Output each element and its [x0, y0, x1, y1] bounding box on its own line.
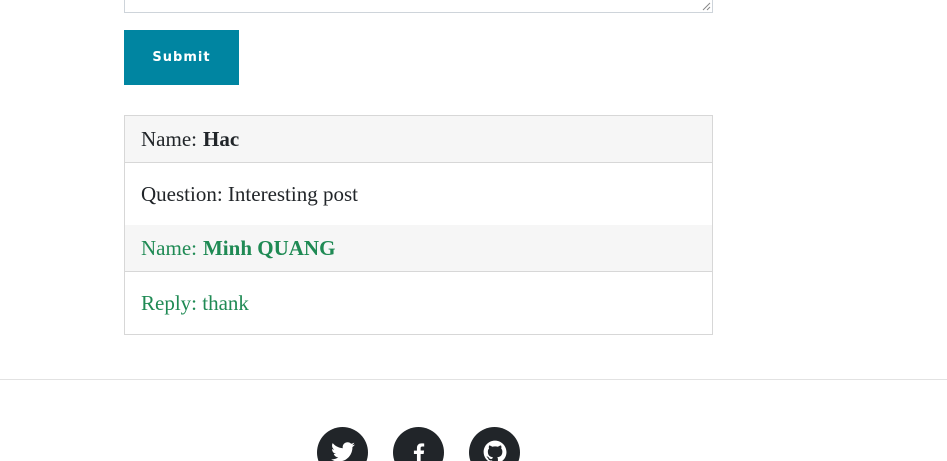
reply-label: Reply:	[141, 290, 197, 315]
submit-button[interactable]: Submit	[124, 30, 239, 85]
replier-name: Minh QUANG	[202, 235, 336, 260]
comment-textarea[interactable]	[124, 0, 713, 13]
question-text: Interesting post	[227, 181, 358, 206]
reply-text: thank	[202, 290, 249, 315]
github-link[interactable]	[469, 427, 520, 461]
facebook-link[interactable]	[393, 427, 444, 461]
twitter-icon	[330, 442, 355, 461]
reply-body: Reply: thank	[125, 272, 712, 334]
reply-header: Name: Minh QUANG	[125, 225, 712, 272]
name-label: Name:	[141, 126, 197, 151]
name-label: Name:	[141, 235, 197, 260]
github-icon	[483, 440, 506, 461]
resize-handle-icon[interactable]	[702, 2, 711, 11]
footer-divider	[0, 379, 947, 380]
facebook-icon	[413, 443, 424, 461]
comments-list: Name: Hac Question: Interesting post Name…	[124, 115, 713, 335]
comment-body: Question: Interesting post	[125, 163, 712, 225]
twitter-link[interactable]	[317, 427, 368, 461]
question-label: Question:	[141, 181, 223, 206]
commenter-name: Hac	[202, 126, 240, 151]
comment-header: Name: Hac	[125, 116, 712, 163]
